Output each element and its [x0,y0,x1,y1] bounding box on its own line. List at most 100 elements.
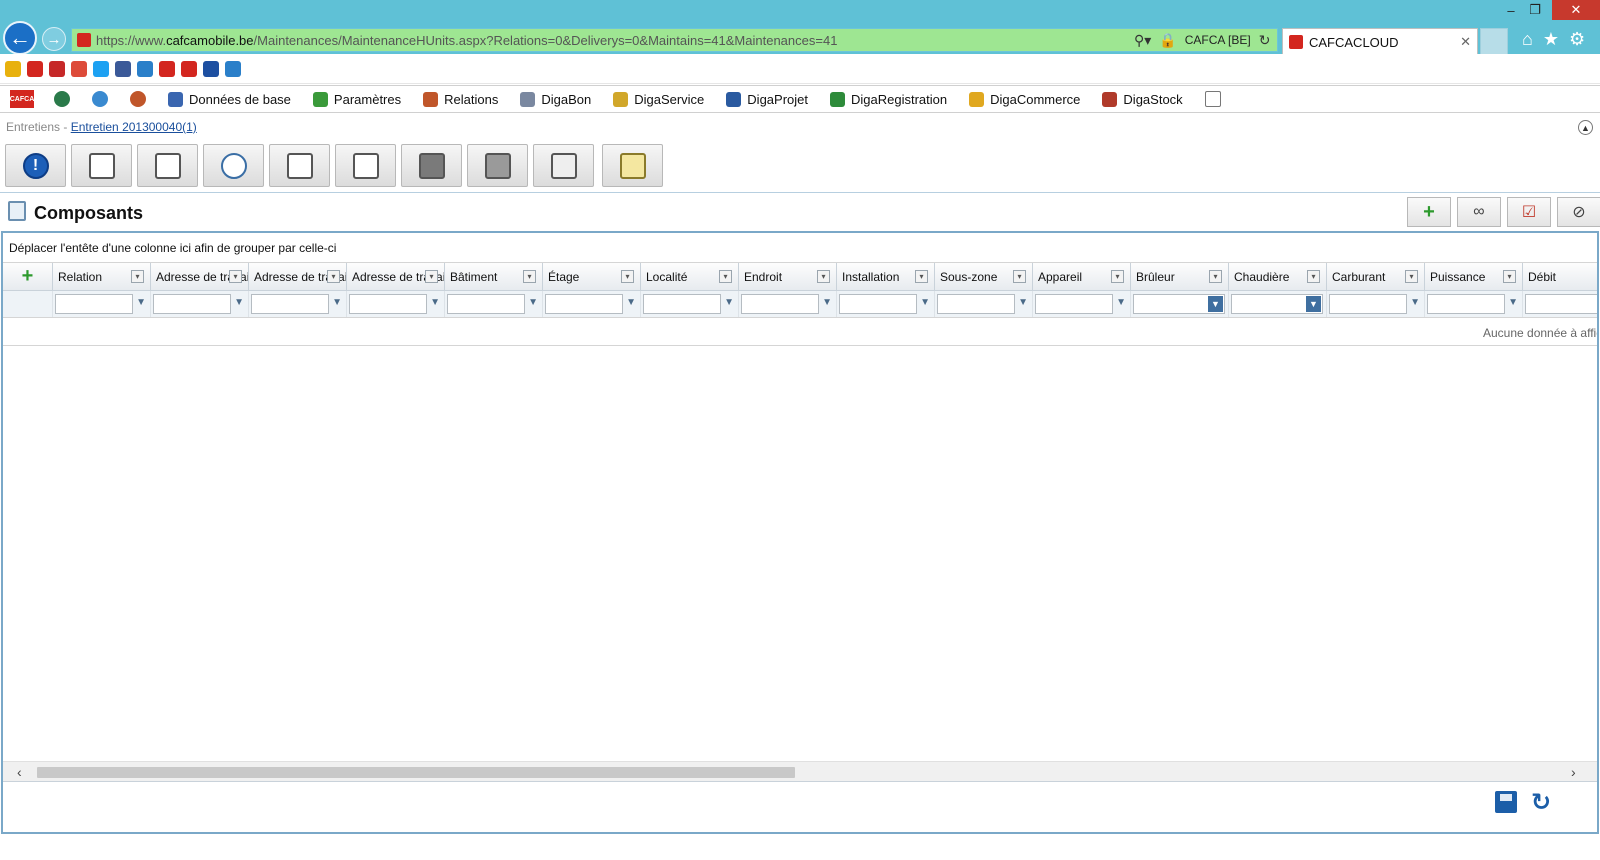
close-window-button[interactable]: ✕ [1552,0,1600,20]
filter-input[interactable] [447,294,525,314]
star-add-icon[interactable] [5,60,21,77]
breadcrumb-root[interactable]: Entretiens [6,120,60,134]
column-header[interactable]: Endroit ▾ [739,263,837,290]
plug-bulb-button[interactable] [203,144,264,187]
menu-item-relations[interactable]: Relations [423,91,498,107]
column-menu-icon[interactable]: ▾ [719,270,732,283]
menu-item-digabon[interactable]: DigaBon [520,91,591,107]
column-header[interactable]: Localité ▾ [641,263,739,290]
c-red-icon[interactable] [181,60,197,77]
refresh-page-icon[interactable]: ↻ [1259,32,1271,49]
filter-icon[interactable]: ▼ [234,297,244,308]
filter-icon[interactable]: ▼ [528,297,538,308]
column-menu-icon[interactable]: ▾ [523,270,536,283]
back-arrow-icon[interactable]: ← [3,21,37,55]
filter-input[interactable] [1525,294,1597,314]
column-header[interactable]: Carburant ▾ [1327,263,1425,290]
address-bar[interactable]: https://www.cafcamobile.be/Maintenances/… [71,28,1278,52]
column-header[interactable]: Étage ▾ [543,263,641,290]
breadcrumb-current[interactable]: Entretien 201300040(1) [71,120,197,134]
column-menu-icon[interactable]: ▾ [425,270,438,283]
column-menu-icon[interactable]: ▾ [1307,270,1320,283]
column-header[interactable]: Adresse de travail ▾ [151,263,249,290]
menu-item-digacommerce[interactable]: DigaCommerce [969,91,1080,107]
cafca-red-icon[interactable] [159,60,175,77]
column-header[interactable]: Débit▾ [1523,263,1597,290]
filter-icon[interactable]: ▼ [430,297,440,308]
facebook-icon[interactable] [115,60,131,77]
filter-input[interactable] [349,294,427,314]
column-menu-icon[interactable]: ▾ [915,270,928,283]
ie-page-icon[interactable] [137,60,153,77]
filter-input[interactable] [1035,294,1113,314]
info-button[interactable]: ! [5,144,66,187]
sync-menu-icon[interactable] [92,91,108,107]
menu-item-donn-es-de-base[interactable]: Données de base [168,91,291,107]
column-menu-icon[interactable]: ▾ [1503,270,1516,283]
filter-input[interactable] [839,294,917,314]
scroll-right-icon[interactable]: › [1571,764,1576,780]
column-menu-icon[interactable]: ▾ [131,270,144,283]
column-menu-icon[interactable]: ▾ [1013,270,1026,283]
filter-icon[interactable]: ▼ [920,297,930,308]
menu-item-digaregistration[interactable]: DigaRegistration [830,91,947,107]
settings-document-button[interactable] [269,144,330,187]
column-menu-icon[interactable]: ▾ [229,270,242,283]
column-menu-icon[interactable]: ▾ [817,270,830,283]
refresh-icon[interactable]: ↻ [1529,789,1553,816]
horizontal-scrollbar[interactable]: ‹ › [3,761,1597,781]
ie-page2-icon[interactable] [225,60,241,77]
group-panel[interactable]: Déplacer l'entête d'une colonne ici afin… [3,233,1597,263]
column-header[interactable]: Sous-zone ▾ [935,263,1033,290]
ie-icon[interactable] [27,60,43,77]
url-text[interactable]: https://www.cafcamobile.be/Maintenances/… [96,33,1126,48]
printer-button[interactable] [467,144,528,187]
collapse-up-icon[interactable]: ▲ [1578,120,1593,135]
filter-icon[interactable]: ▼ [1508,297,1518,308]
search-icon[interactable]: ⚲▾ [1134,32,1151,49]
report-button[interactable]: ☑ [1507,197,1551,227]
dropdown-arrow-icon[interactable]: ▼ [1208,296,1223,312]
components-button[interactable] [71,144,132,187]
column-header[interactable]: Installation ▾ [837,263,935,290]
link-button[interactable]: ∞ [1457,197,1501,227]
column-header[interactable]: Appareil ▾ [1033,263,1131,290]
globe-icon[interactable] [203,60,219,77]
filter-input[interactable] [643,294,721,314]
filter-dropdown[interactable]: ▼ [1231,294,1323,314]
scroll-left-icon[interactable]: ‹ [17,764,22,780]
forward-arrow-icon[interactable]: → [42,27,66,51]
column-menu-icon[interactable]: ▾ [621,270,634,283]
column-header[interactable]: Adresse de travail ▾ [347,263,445,290]
filter-input[interactable] [251,294,329,314]
filter-icon[interactable]: ▼ [1116,297,1126,308]
book-button[interactable] [401,144,462,187]
filter-input[interactable] [153,294,231,314]
minimize-button[interactable]: – [1500,0,1522,20]
cancel-button[interactable]: ⊘ [1557,197,1600,227]
browser-tab[interactable]: CAFCACLOUD ✕ [1282,28,1478,55]
menu-item-digaprojet[interactable]: DigaProjet [726,91,808,107]
folder-clock-button[interactable] [602,144,663,187]
column-header[interactable]: Adresse de travail ▾ [249,263,347,290]
checklist-menu-icon[interactable] [1204,91,1221,107]
checklist-button[interactable] [137,144,198,187]
folder-button[interactable] [533,144,594,187]
filter-input[interactable] [545,294,623,314]
column-header[interactable]: Brûleur ▾ [1131,263,1229,290]
maximize-button[interactable]: ❐ [1524,0,1546,20]
column-menu-icon[interactable]: ▾ [1209,270,1222,283]
save-icon[interactable] [1495,791,1517,813]
column-header[interactable]: Relation ▾ [53,263,151,290]
home-icon[interactable]: ⌂ [1522,29,1533,50]
column-menu-icon[interactable]: ▾ [1405,270,1418,283]
filter-icon[interactable]: ▼ [332,297,342,308]
menu-item-digastock[interactable]: DigaStock [1102,91,1183,107]
column-menu-icon[interactable]: ▾ [1111,270,1124,283]
filter-icon[interactable]: ▼ [1410,297,1420,308]
filter-icon[interactable]: ▼ [136,297,146,308]
filter-input[interactable] [741,294,819,314]
star-icon[interactable]: ★ [1543,29,1559,50]
gear-icon[interactable]: ⚙ [1569,29,1585,50]
globe-menu-icon[interactable] [54,91,70,107]
